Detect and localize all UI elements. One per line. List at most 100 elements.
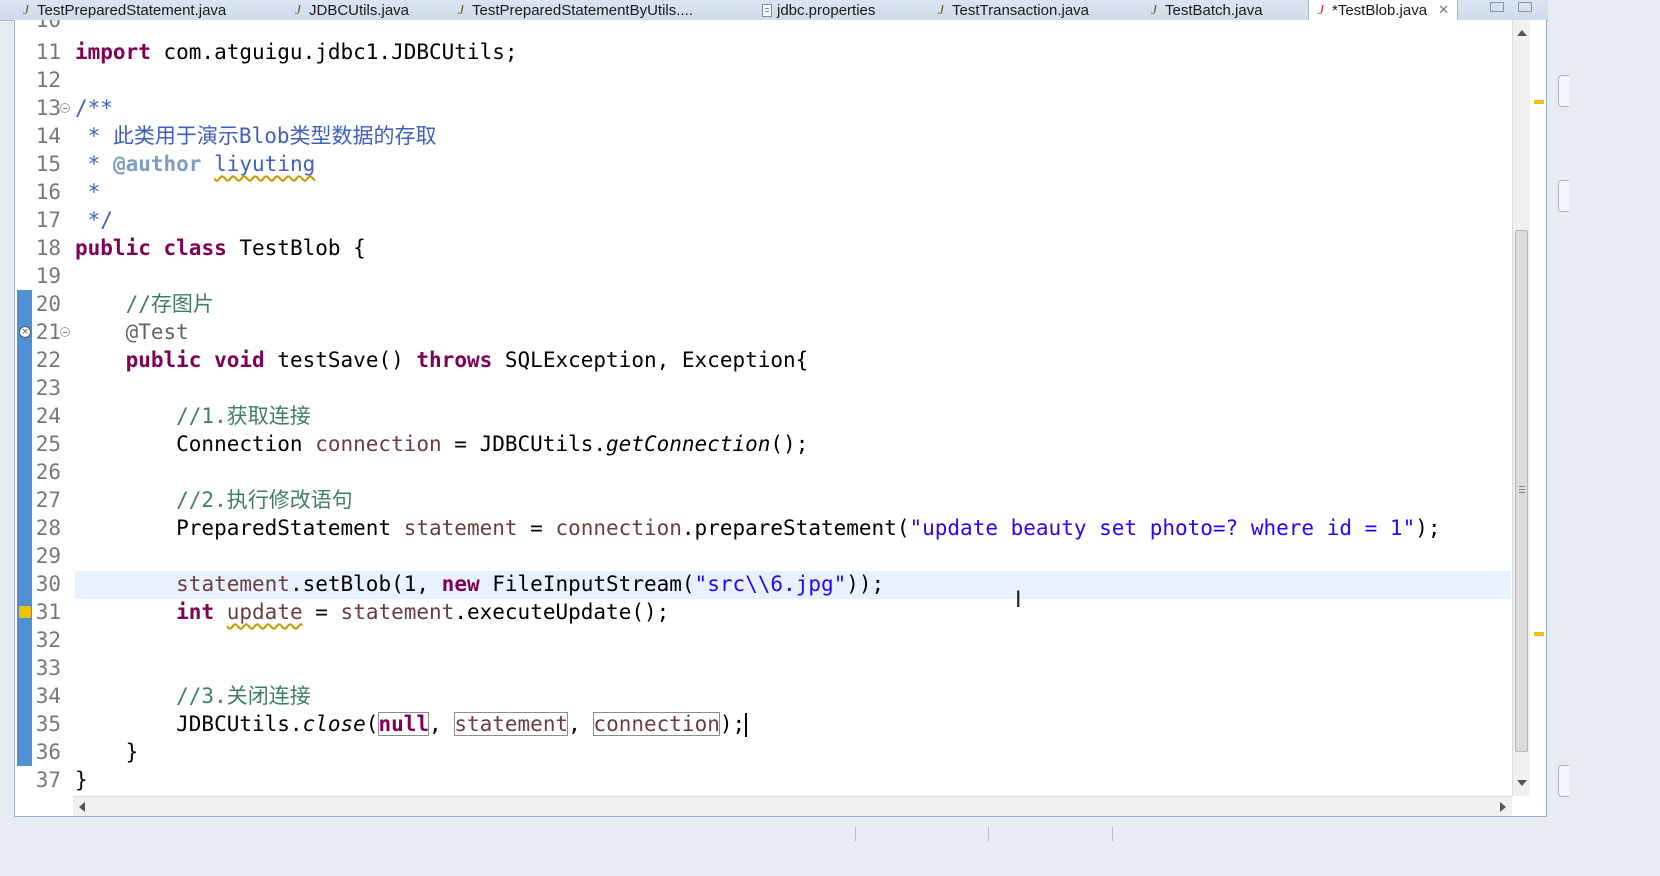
code-text[interactable]: /**: [75, 94, 113, 122]
line-number: 20: [35, 292, 61, 316]
code-line: 18 public class TestBlob {: [15, 234, 1511, 262]
line-number: 26: [35, 460, 61, 484]
code-line: 24 //1.获取连接: [15, 402, 1511, 430]
minimized-view-button[interactable]: [1558, 180, 1569, 212]
scroll-up-icon[interactable]: [1517, 30, 1527, 36]
code-text[interactable]: int update = statement.executeUpdate();: [75, 598, 669, 626]
code-text[interactable]: }: [75, 766, 88, 794]
text-caret: [745, 713, 748, 737]
tab-testbatch[interactable]: J TestBatch.java: [1148, 0, 1263, 20]
line-number: 19: [35, 264, 61, 288]
code-text[interactable]: * @author liyuting: [75, 150, 316, 178]
code-line: 36 }: [15, 738, 1511, 766]
line-number: 13: [35, 96, 61, 120]
code-line: 23: [15, 374, 1511, 402]
java-file-icon: J: [23, 2, 29, 17]
code-text[interactable]: */: [75, 206, 113, 234]
warning-overview-mark[interactable]: [1534, 100, 1544, 104]
code-editor[interactable]: 10 11 import com.atguigu.jdbc1.JDBCUtils…: [14, 20, 1547, 817]
code-line: 11 import com.atguigu.jdbc1.JDBCUtils;: [15, 38, 1511, 66]
line-number: 27: [35, 488, 61, 512]
code-text[interactable]: //1.获取连接: [75, 402, 311, 430]
line-number: 12: [35, 68, 61, 92]
line-number: 33: [35, 656, 61, 680]
tab-testtransaction[interactable]: J TestTransaction.java: [935, 0, 1089, 20]
maximize-icon[interactable]: [1518, 2, 1532, 12]
code-line: 25 Connection connection = JDBCUtils.get…: [15, 430, 1511, 458]
horizontal-scrollbar[interactable]: [73, 796, 1512, 816]
code-line: 30 statement.setBlob(1, new FileInputStr…: [15, 570, 1511, 598]
line-number: 34: [35, 684, 61, 708]
warning-overview-mark[interactable]: [1534, 632, 1544, 636]
ibeam-cursor-icon: I: [1015, 588, 1022, 613]
scroll-down-icon[interactable]: [1517, 780, 1527, 786]
code-line: 22 public void testSave() throws SQLExce…: [15, 346, 1511, 374]
code-line: 32: [15, 626, 1511, 654]
java-file-icon: J: [1318, 2, 1324, 17]
code-text[interactable]: //3.关闭连接: [75, 682, 311, 710]
close-icon[interactable]: ✕: [1438, 2, 1449, 18]
overview-ruler[interactable]: [1530, 20, 1546, 796]
code-text[interactable]: }: [75, 738, 139, 766]
scroll-right-icon[interactable]: [1500, 802, 1506, 812]
tab-label: TestBatch.java: [1165, 1, 1263, 19]
minimized-view-button[interactable]: [1558, 765, 1569, 797]
line-number: 17: [35, 208, 61, 232]
line-number: 15: [35, 152, 61, 176]
line-number: 14: [35, 124, 61, 148]
vertical-scrollbar[interactable]: [1512, 20, 1531, 796]
code-text[interactable]: Connection connection = JDBCUtils.getCon…: [75, 430, 808, 458]
code-line: × 21 @Test: [15, 318, 1511, 346]
tab-label: *TestBlob.java: [1332, 1, 1428, 19]
code-line: 15 * @author liyuting: [15, 150, 1511, 178]
line-number: 11: [35, 40, 61, 64]
line-number: 21: [35, 320, 61, 344]
java-file-icon: J: [1151, 2, 1157, 17]
line-number: 31: [35, 600, 61, 624]
line-number: 28: [35, 516, 61, 540]
tab-label: TestPreparedStatement.java: [37, 1, 227, 19]
code-text[interactable]: public void testSave() throws SQLExcepti…: [75, 346, 809, 374]
line-number: 36: [35, 740, 61, 764]
code-text[interactable]: import com.atguigu.jdbc1.JDBCUtils;: [75, 38, 518, 66]
tab-testblob[interactable]: J *TestBlob.java ✕: [1308, 0, 1458, 20]
minimized-view-button[interactable]: [1558, 75, 1569, 107]
line-number: 16: [35, 180, 61, 204]
tab-testpreparedstatement[interactable]: J TestPreparedStatement.java: [20, 0, 226, 20]
java-file-icon: J: [938, 2, 944, 17]
code-line: 14 * 此类用于演示Blob类型数据的存取: [15, 122, 1511, 150]
code-text[interactable]: statement.setBlob(1, new FileInputStream…: [75, 570, 884, 598]
code-line: 10: [15, 20, 1511, 34]
code-text[interactable]: *: [75, 178, 101, 206]
code-text[interactable]: JDBCUtils.close(null, statement, connect…: [75, 710, 748, 738]
code-text[interactable]: * 此类用于演示Blob类型数据的存取: [75, 122, 437, 150]
warning-marker-icon[interactable]: [19, 606, 31, 618]
line-number: 32: [35, 628, 61, 652]
code-line: 17 */: [15, 206, 1511, 234]
line-number: 24: [35, 404, 61, 428]
code-text[interactable]: public class TestBlob {: [75, 234, 366, 262]
code-line: 27 //2.执行修改语句: [15, 486, 1511, 514]
minimize-icon[interactable]: [1490, 2, 1504, 12]
line-number: 29: [35, 544, 61, 568]
code-line: 13 /**: [15, 94, 1511, 122]
code-text[interactable]: @Test: [75, 318, 189, 346]
side-view-strip: [1548, 0, 1660, 876]
fold-toggle-icon[interactable]: [60, 327, 70, 337]
tab-jdbc-properties[interactable]: jdbc.properties: [762, 0, 875, 20]
code-text[interactable]: //2.执行修改语句: [75, 486, 353, 514]
fold-toggle-icon[interactable]: [60, 103, 70, 113]
code-text[interactable]: PreparedStatement statement = connection…: [75, 514, 1440, 542]
line-number: 23: [35, 376, 61, 400]
code-line: 12: [15, 66, 1511, 94]
status-separator: [1112, 827, 1113, 841]
scroll-left-icon[interactable]: [79, 802, 85, 812]
grip-icon: [1519, 486, 1525, 487]
error-marker-icon[interactable]: ×: [19, 326, 31, 338]
tab-testpreparedstatementbyutils[interactable]: J TestPreparedStatementByUtils....: [455, 0, 693, 20]
code-text[interactable]: //存图片: [75, 290, 214, 318]
line-number: 30: [35, 572, 61, 596]
tab-jdbcutils[interactable]: J JDBCUtils.java: [292, 0, 409, 20]
vertical-scroll-thumb[interactable]: [1515, 230, 1528, 752]
code-line: 33: [15, 654, 1511, 682]
